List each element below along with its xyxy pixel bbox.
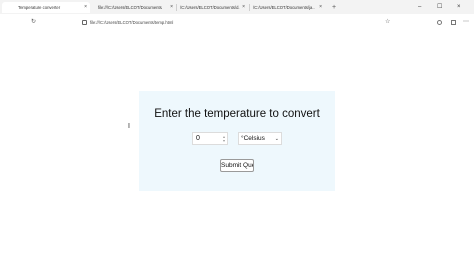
settings-more-icon[interactable]: ⋯ bbox=[463, 17, 469, 27]
tab-close-icon[interactable]: × bbox=[319, 2, 322, 13]
new-tab-icon[interactable]: + bbox=[332, 2, 336, 13]
tab-close-icon[interactable]: × bbox=[170, 2, 173, 13]
collections-icon[interactable] bbox=[451, 20, 456, 25]
tab-label: Temperature converter bbox=[18, 5, 61, 10]
minimize-icon[interactable]: – bbox=[418, 2, 421, 13]
temperature-value: 0 bbox=[196, 135, 200, 142]
tab-label: /C:/Users/ELCOT/Documents/ja... bbox=[253, 5, 315, 10]
text-cursor-icon: I bbox=[128, 123, 130, 130]
submit-button[interactable]: Submit Query bbox=[220, 159, 254, 172]
number-spinner-icon[interactable]: ▴ ▾ bbox=[223, 135, 225, 143]
tab-temperature-converter[interactable]: Temperature converter × bbox=[2, 2, 90, 13]
maximize-icon[interactable]: ☐ bbox=[437, 2, 442, 13]
tab-close-icon[interactable]: × bbox=[84, 2, 87, 13]
temperature-input[interactable]: 0 ▴ ▾ bbox=[192, 132, 228, 145]
tab-bar: Temperature converter × file:///C:/Users… bbox=[0, 0, 474, 14]
close-icon[interactable]: × bbox=[457, 2, 461, 13]
converter-form: Enter the temperature to convert 0 ▴ ▾ °C… bbox=[139, 91, 335, 191]
unit-selected-value: °Celsius bbox=[241, 135, 265, 142]
tab-label: file:///C:/Users/ELCOT/Documents/ bbox=[98, 5, 162, 10]
page-title: Enter the temperature to convert bbox=[154, 108, 320, 120]
page-info-icon[interactable] bbox=[82, 20, 87, 25]
browser-toolbar: ↻ file:///C:/Users/ELCOT/Documents/temp.… bbox=[0, 14, 474, 30]
tab-documents-ja[interactable]: /C:/Users/ELCOT/Documents/ja... × bbox=[251, 2, 325, 13]
tab-separator bbox=[176, 4, 177, 11]
tab-file-documents[interactable]: file:///C:/Users/ELCOT/Documents/ × bbox=[96, 2, 176, 13]
chevron-down-icon: ⌄ bbox=[274, 136, 279, 142]
tab-close-icon[interactable]: × bbox=[242, 2, 245, 13]
reload-icon[interactable]: ↻ bbox=[31, 17, 36, 27]
tab-separator bbox=[249, 4, 250, 11]
address-text: file:///C:/Users/ELCOT/Documents/temp.ht… bbox=[90, 20, 174, 25]
tab-label: /C:/Users/ELCOT/Documents/d... bbox=[180, 5, 240, 10]
favorite-star-icon[interactable]: ☆ bbox=[385, 17, 390, 27]
tab-documents-d[interactable]: /C:/Users/ELCOT/Documents/d... × bbox=[178, 2, 248, 13]
extensions-icon[interactable] bbox=[437, 20, 442, 25]
unit-select[interactable]: °Celsius ⌄ bbox=[238, 132, 282, 145]
address-bar[interactable]: file:///C:/Users/ELCOT/Documents/temp.ht… bbox=[82, 18, 382, 27]
